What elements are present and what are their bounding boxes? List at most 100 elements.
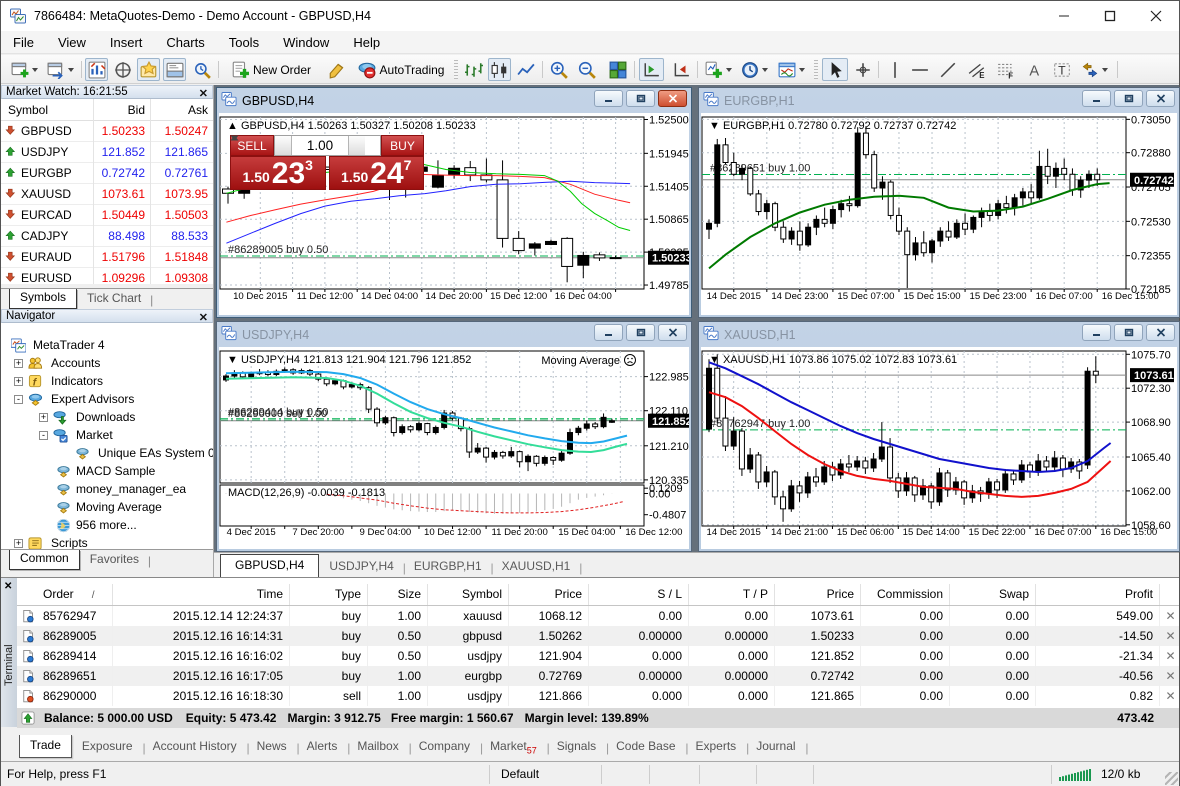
tile-windows-button[interactable] [605, 58, 630, 81]
terminal-tab-exposure[interactable]: Exposure | [72, 735, 146, 757]
chart-restore-button[interactable] [626, 90, 655, 107]
column-ask[interactable]: Ask [150, 103, 213, 117]
close-button[interactable] [1133, 1, 1179, 31]
chart-window-titlebar[interactable]: GBPUSD,H4 [217, 88, 691, 113]
chart-shift-button[interactable] [668, 58, 693, 81]
text-button[interactable]: A [1023, 58, 1047, 81]
arrows-button[interactable] [1077, 58, 1112, 81]
tree-item-macd-sample[interactable]: MACD Sample [1, 462, 213, 480]
templates-button[interactable] [775, 58, 808, 81]
menu-window[interactable]: Window [271, 31, 341, 53]
tree-item-money-manager-ea[interactable]: money_manager_ea [1, 480, 213, 498]
tree-item-accounts[interactable]: + Accounts [1, 354, 213, 372]
terminal-close-icon[interactable]: ✕ [4, 581, 12, 592]
lot-size-input[interactable]: 1.00 [292, 138, 348, 153]
crosshair-button[interactable] [851, 58, 875, 81]
new-order-button[interactable]: New Order [223, 58, 319, 81]
terminal-tab-market[interactable]: Market57 | [480, 735, 550, 757]
terminal-tab-account-history[interactable]: Account History | [143, 735, 250, 757]
chart-minimize-button[interactable] [1082, 324, 1111, 341]
column-header-type[interactable]: Type [290, 584, 368, 605]
chart-tab-usdjpy-h4[interactable]: USDJPY,H4 | [319, 556, 405, 577]
chart-restore-button[interactable] [1114, 324, 1143, 341]
chart-restore-button[interactable] [1114, 90, 1143, 107]
terminal-tab-code-base[interactable]: Code Base | [606, 735, 688, 757]
menu-file[interactable]: File [1, 31, 46, 53]
line-chart-button[interactable] [514, 58, 537, 81]
terminal-tab-trade[interactable]: Trade [19, 735, 72, 758]
tree-item-market[interactable]: - Market [1, 426, 213, 444]
terminal-tab-signals[interactable]: Signals | [547, 735, 609, 757]
tab-tick-chart[interactable]: Tick Chart | [77, 289, 153, 308]
autotrading-button[interactable]: AutoTrading [355, 58, 447, 81]
trendline-button[interactable] [935, 58, 960, 81]
chart-close-button[interactable] [1146, 90, 1175, 107]
tree-item-956-more-[interactable]: 956 more... [1, 516, 213, 534]
zoom-out-button[interactable] [575, 58, 598, 81]
market-watch-row[interactable]: EURUSD 1.09296 1.09308 [1, 268, 213, 289]
chart-close-button[interactable] [1146, 324, 1175, 341]
collapse-icon[interactable]: - [39, 430, 48, 440]
bar-chart-button[interactable] [462, 58, 485, 81]
column-header-order[interactable]: Order / [41, 584, 113, 605]
buy-button[interactable]: BUY [381, 135, 424, 156]
chart-window-titlebar[interactable]: USDJPY,H4 [217, 322, 691, 347]
tree-item-moving-average[interactable]: Moving Average [1, 498, 213, 516]
tab-common[interactable]: Common [9, 550, 80, 570]
cursor-button[interactable] [822, 58, 848, 81]
minimize-button[interactable] [1041, 1, 1087, 31]
order-row-86289005[interactable]: 86289005 2015.12.16 16:14:31 buy 0.50 gbpusd… [17, 626, 1179, 646]
vertical-line-button[interactable] [883, 58, 906, 81]
tab-favorites[interactable]: Favorites | [80, 550, 151, 569]
metaeditor-button[interactable] [325, 58, 349, 81]
market-watch-row[interactable]: USDJPY 121.852 121.865 [1, 142, 213, 163]
zoom-in-button[interactable] [547, 58, 570, 81]
auto-scroll-button[interactable] [639, 58, 664, 81]
market-watch-button[interactable] [85, 58, 108, 81]
column-header-price[interactable]: Price [509, 584, 589, 605]
chart-minimize-button[interactable] [594, 324, 623, 341]
terminal-tab-mailbox[interactable]: Mailbox | [347, 735, 411, 757]
menu-charts[interactable]: Charts [154, 31, 216, 53]
indicators-button[interactable] [702, 58, 734, 81]
order-row-86289651[interactable]: 86289651 2015.12.16 16:17:05 buy 1.00 eurgbp… [17, 666, 1179, 686]
order-row-86290000[interactable]: 86290000 2015.12.16 16:18:30 sell 1.00 usdjp… [17, 686, 1179, 706]
chart-close-button[interactable] [658, 324, 687, 341]
order-row-85762947[interactable]: 85762947 2015.12.14 12:24:37 buy 1.00 xauusd… [17, 606, 1179, 626]
tree-item-unique-eas-system-05[interactable]: Unique EAs System 05 [1, 444, 213, 462]
indicators-dropdown-arrow[interactable] [725, 67, 732, 72]
chart-body[interactable]: 0.73050 0.72880 0.72705 0.72530 0.72355 0.721… [701, 113, 1177, 315]
expand-icon[interactable]: + [14, 376, 23, 386]
chart-minimize-button[interactable] [1082, 90, 1111, 107]
terminal-tab-news[interactable]: News | [247, 735, 300, 757]
close-order-icon[interactable]: ✕ [1160, 686, 1180, 706]
chart-body[interactable]: 1075.70 1072.30 1068.90 1065.40 1062.00 1058.… [701, 347, 1177, 549]
sell-price[interactable]: 1.50 23 3 [230, 156, 326, 190]
collapse-icon[interactable]: - [14, 394, 23, 404]
status-profile[interactable]: Default [501, 762, 539, 786]
chart-tab-gbpusd-h4[interactable]: GBPUSD,H4 [220, 554, 320, 577]
chart-window-titlebar[interactable]: XAUUSD,H1 [699, 322, 1179, 347]
terminal-button[interactable] [163, 58, 186, 81]
menu-help[interactable]: Help [341, 31, 392, 53]
lots-decrease-button[interactable] [230, 135, 292, 155]
data-window-button[interactable] [111, 58, 134, 81]
profiles-button[interactable] [43, 58, 77, 81]
chart-canvas-usdjpy-h4[interactable]: 122.985122.110121.210120.3354 Dec 2015 7 … [219, 347, 689, 549]
terminal-tab-alerts[interactable]: Alerts | [297, 735, 351, 757]
order-row-86289414[interactable]: 86289414 2015.12.16 16:16:02 buy 0.50 usdjpy… [17, 646, 1179, 666]
chart-window-titlebar[interactable]: EURGBP,H1 [699, 88, 1179, 113]
buy-price[interactable]: 1.50 24 7 [328, 156, 424, 190]
tree-item-metatrader-4[interactable]: MetaTrader 4 [1, 336, 213, 354]
tab-symbols[interactable]: Symbols [9, 289, 78, 309]
close-order-icon[interactable]: ✕ [1160, 626, 1180, 646]
new-chart-button[interactable] [7, 58, 41, 81]
chart-canvas-xauusd-h1[interactable]: 1075.701072.301068.901065.401062.001058.… [701, 347, 1177, 549]
column-header-profit[interactable]: Profit [1036, 584, 1160, 605]
periods-dropdown-arrow[interactable] [761, 67, 768, 72]
strategy-tester-button[interactable] [190, 58, 213, 81]
column-header-commission[interactable]: Commission [861, 584, 950, 605]
menu-tools[interactable]: Tools [217, 31, 271, 53]
expand-icon[interactable]: + [39, 412, 48, 422]
arrows-dropdown-arrow[interactable] [1102, 67, 1108, 72]
